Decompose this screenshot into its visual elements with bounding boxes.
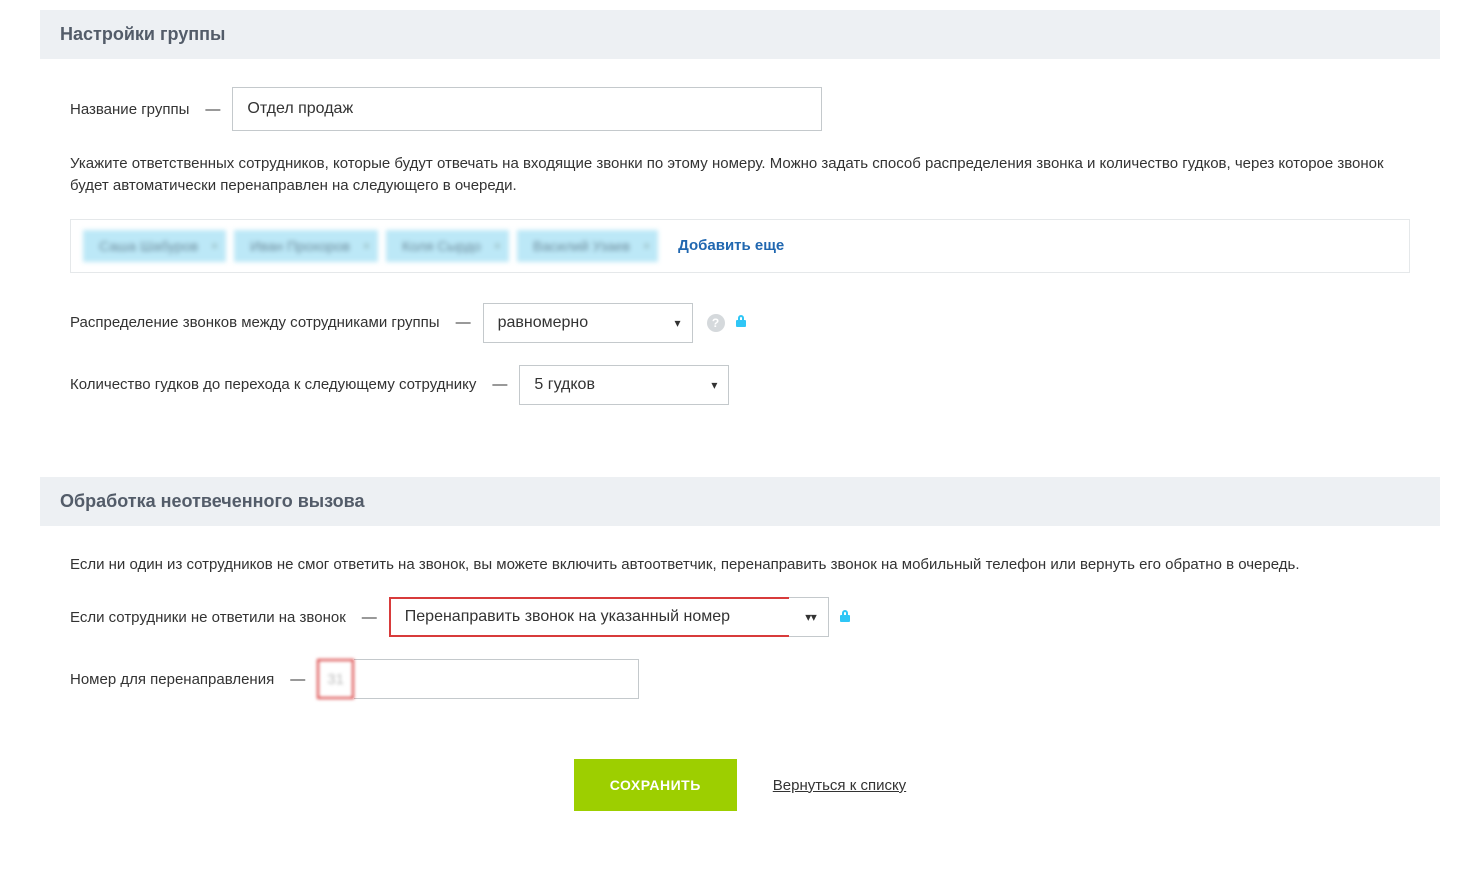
close-icon[interactable]: × bbox=[643, 239, 650, 253]
back-to-list-link[interactable]: Вернуться к списку bbox=[773, 777, 906, 794]
distribution-select[interactable]: равномерно bbox=[483, 303, 693, 343]
section-header-group-settings: Настройки группы bbox=[40, 10, 1440, 59]
forward-number-input[interactable] bbox=[354, 659, 639, 699]
noanswer-select[interactable]: Перенаправить звонок на указанный номер bbox=[389, 597, 789, 637]
employee-tag-container[interactable]: Саша Шабуров× Иван Прохоров× Коля Сырдо×… bbox=[70, 219, 1410, 273]
group-description: Укажите ответственных сотрудников, котор… bbox=[70, 153, 1410, 197]
group-name-label: Название группы bbox=[70, 101, 189, 118]
lock-icon[interactable] bbox=[839, 609, 851, 626]
help-icon[interactable]: ? bbox=[707, 314, 725, 332]
distribution-label: Распределение звонков между сотрудниками… bbox=[70, 314, 440, 331]
add-more-link[interactable]: Добавить еще bbox=[678, 237, 784, 254]
dash: — bbox=[456, 314, 471, 331]
employee-tag[interactable]: Саша Шабуров× bbox=[83, 230, 226, 262]
dash: — bbox=[205, 101, 220, 118]
close-icon[interactable]: × bbox=[363, 239, 370, 253]
employee-tag[interactable]: Василий Узаев× bbox=[517, 230, 658, 262]
close-icon[interactable]: × bbox=[211, 239, 218, 253]
forward-number-label: Номер для перенаправления bbox=[70, 671, 274, 688]
employee-tag[interactable]: Коля Сырдо× bbox=[386, 230, 509, 262]
chevron-down-icon[interactable]: ▾ bbox=[789, 597, 829, 637]
group-name-input[interactable] bbox=[232, 87, 822, 131]
lock-icon[interactable] bbox=[735, 314, 747, 331]
employee-tag[interactable]: Иван Прохоров× bbox=[234, 230, 378, 262]
section-header-missed-call: Обработка неотвеченного вызова bbox=[40, 477, 1440, 526]
forward-prefix: 31 bbox=[317, 659, 354, 699]
close-icon[interactable]: × bbox=[494, 239, 501, 253]
missed-call-description: Если ни один из сотрудников не смог отве… bbox=[70, 554, 1410, 576]
dash: — bbox=[492, 376, 507, 393]
dash: — bbox=[362, 609, 377, 626]
rings-select[interactable]: 5 гудков bbox=[519, 365, 729, 405]
save-button[interactable]: СОХРАНИТЬ bbox=[574, 759, 737, 811]
noanswer-label: Если сотрудники не ответили на звонок bbox=[70, 609, 346, 626]
dash: — bbox=[290, 671, 305, 688]
forward-input-wrap: 31 bbox=[317, 659, 639, 699]
distribution-select-wrap[interactable]: равномерно bbox=[483, 303, 693, 343]
rings-select-wrap[interactable]: 5 гудков bbox=[519, 365, 729, 405]
noanswer-select-wrap[interactable]: Перенаправить звонок на указанный номер … bbox=[389, 597, 829, 637]
rings-label: Количество гудков до перехода к следующе… bbox=[70, 376, 476, 393]
